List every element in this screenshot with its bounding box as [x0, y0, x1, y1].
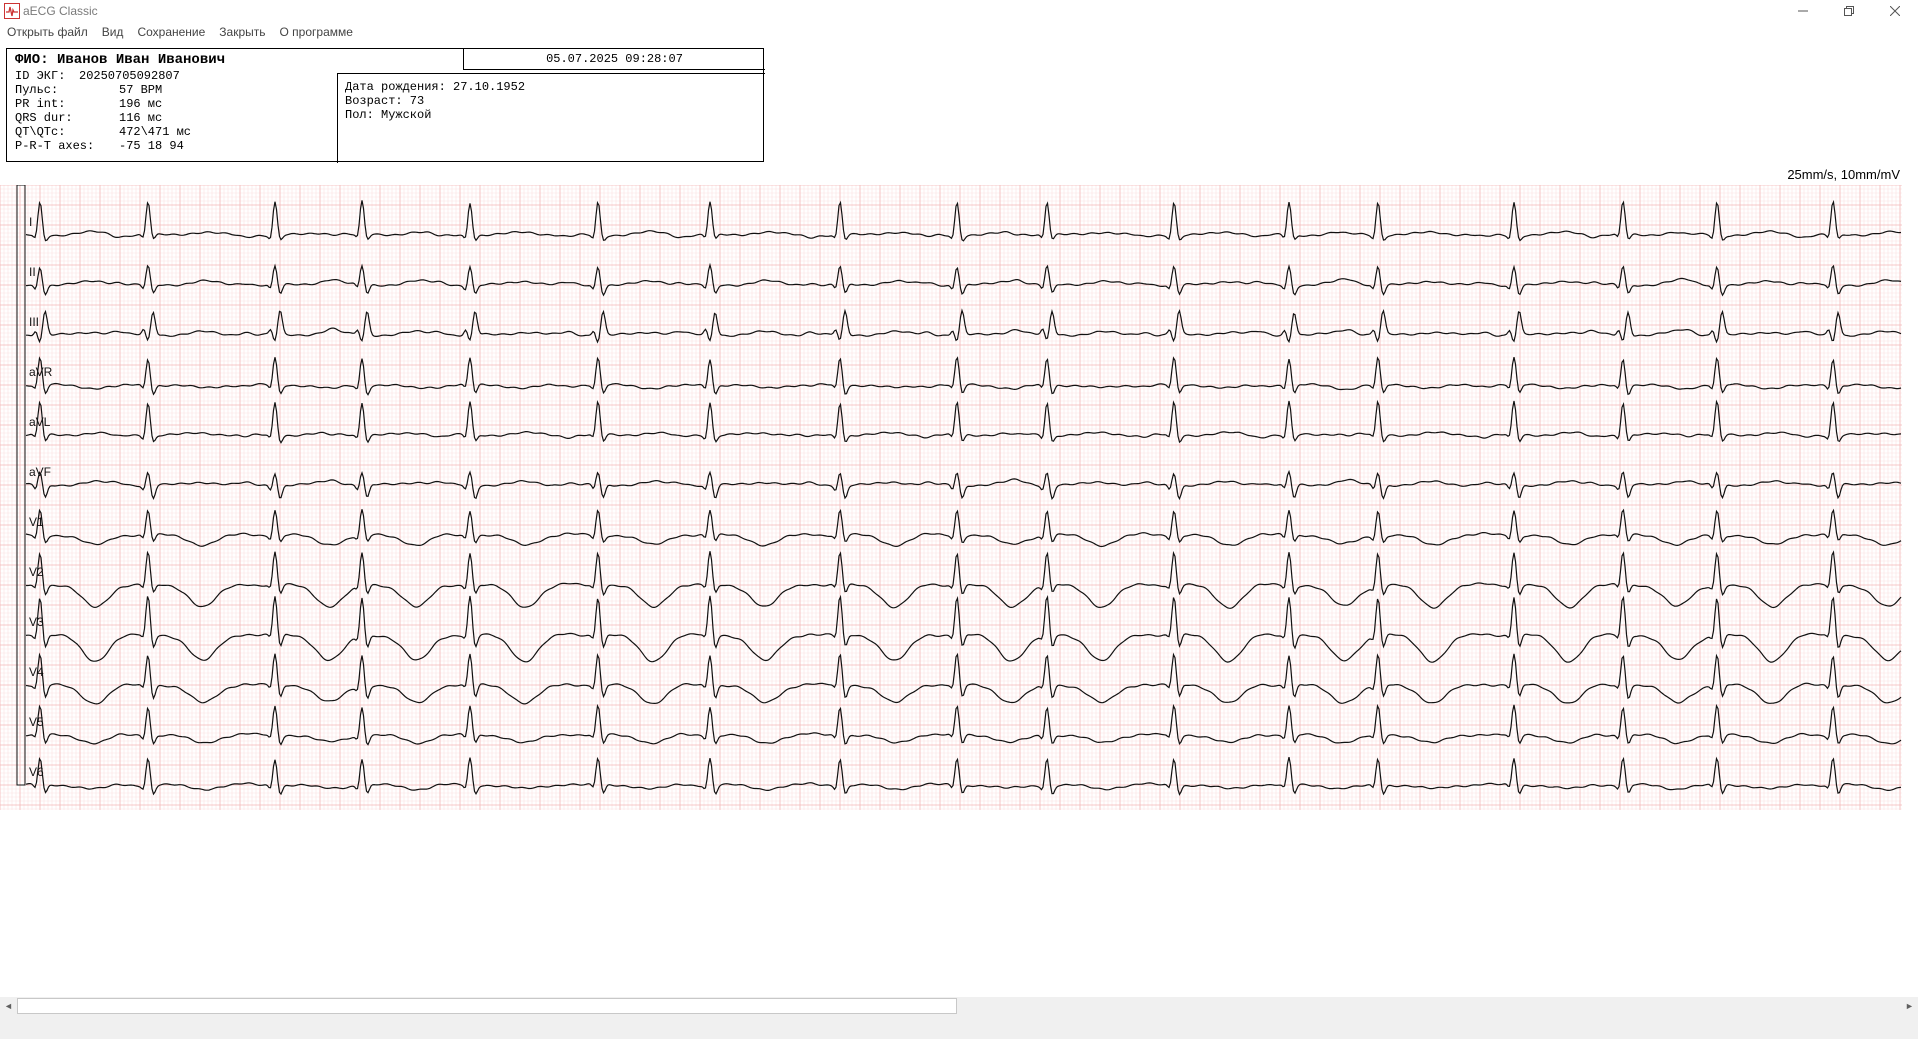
- record-datetime: 05.07.2025 09:28:07: [463, 48, 765, 70]
- title-bar: aECG Classic: [0, 0, 1918, 22]
- age: Возраст: 73: [345, 94, 425, 108]
- pulse-value: 57 BPM: [119, 83, 163, 97]
- menu-open-file[interactable]: Открыть файл: [0, 22, 95, 42]
- restore-icon: [1844, 6, 1854, 16]
- scroll-right-button[interactable]: ►: [1901, 997, 1918, 1015]
- ecg-app-icon: [4, 3, 20, 19]
- lead-label-ii: II: [29, 265, 36, 279]
- patient-info-panel: ФИО: Иванов Иван Иванович 05.07.2025 09:…: [6, 48, 765, 163]
- scroll-thumb[interactable]: [17, 998, 957, 1014]
- close-icon: [1890, 6, 1900, 16]
- scroll-left-button[interactable]: ◄: [0, 997, 17, 1015]
- birth-date: Дата рождения: 27.10.1952: [345, 80, 526, 94]
- lead-label-avr: aVR: [29, 365, 53, 379]
- pr-int-label: PR int:: [15, 97, 66, 111]
- window-title: aECG Classic: [23, 4, 98, 18]
- menu-bar: Открыть файл Вид Сохранение Закрыть О пр…: [0, 22, 1918, 42]
- ecg-speed-scale: 25mm/s, 10mm/mV: [1787, 167, 1900, 182]
- minimize-button[interactable]: [1780, 0, 1826, 22]
- menu-about[interactable]: О программе: [273, 22, 360, 42]
- qt-qtc-value: 472\471 мс: [119, 125, 192, 139]
- menu-view[interactable]: Вид: [95, 22, 131, 42]
- status-area: [0, 1015, 1918, 1039]
- menu-close[interactable]: Закрыть: [212, 22, 272, 42]
- restore-button[interactable]: [1826, 0, 1872, 22]
- lead-label-v3: V3: [29, 615, 44, 629]
- ecg-grid: [0, 185, 1902, 810]
- qt-qtc-label: QT\QTc:: [15, 125, 66, 139]
- lead-label-i: I: [29, 215, 32, 229]
- ecg-id-value: 20250705092807: [79, 69, 180, 83]
- minimize-icon: [1798, 10, 1808, 12]
- ecg-id-label: ID ЭКГ:: [15, 69, 66, 83]
- lead-label-v6: V6: [29, 765, 44, 779]
- patient-demographics: Дата рождения: 27.10.1952 Возраст: 73 По…: [337, 73, 765, 163]
- sex: Пол: Мужской: [345, 108, 432, 122]
- lead-label-v1: V1: [29, 515, 44, 529]
- lead-label-v5: V5: [29, 715, 44, 729]
- lead-label-v2: V2: [29, 565, 44, 579]
- lead-label-avf: aVF: [29, 465, 51, 479]
- qrs-dur-label: QRS dur:: [15, 111, 73, 125]
- axes-value: -75 18 94: [119, 139, 184, 153]
- lead-label-avl: aVL: [29, 415, 51, 429]
- ecg-svg: IIIIIIaVRaVLaVFV1V2V3V4V5V6: [0, 185, 1902, 810]
- close-button[interactable]: [1872, 0, 1918, 22]
- lead-label-v4: V4: [29, 665, 44, 679]
- ecg-chart[interactable]: I II III aVR aVL aVF V1 V2 V3 V4 V5 V6: [0, 185, 1902, 810]
- pulse-label: Пульс:: [15, 83, 59, 97]
- axes-label: P-R-T axes:: [15, 139, 95, 153]
- horizontal-scrollbar[interactable]: ◄ ►: [0, 997, 1918, 1015]
- lead-label-iii: III: [29, 315, 39, 329]
- menu-save[interactable]: Сохранение: [130, 22, 212, 42]
- pr-int-value: 196 мс: [119, 97, 163, 111]
- patient-name: ФИО: Иванов Иван Иванович: [15, 52, 226, 68]
- qrs-dur-value: 116 мс: [119, 111, 163, 125]
